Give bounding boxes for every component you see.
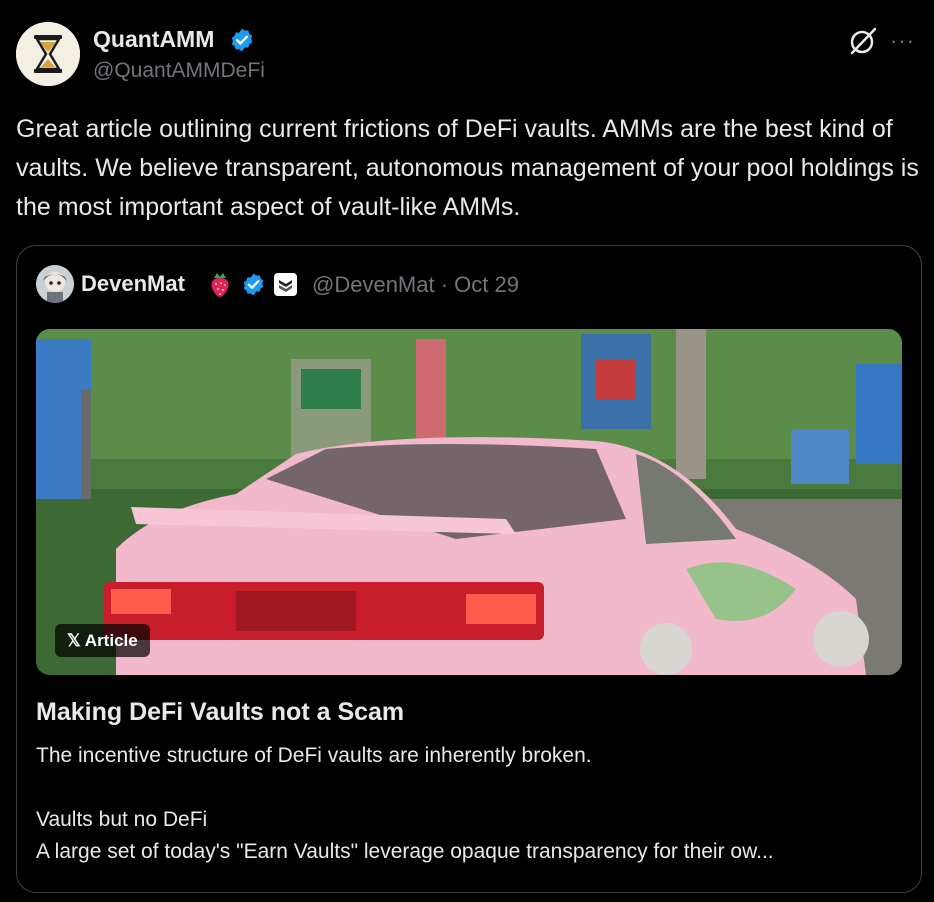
affiliate-badge-icon bbox=[274, 273, 297, 296]
author-handle[interactable]: @QuantAMMDeFi bbox=[93, 59, 265, 83]
more-options-button[interactable]: ··· bbox=[890, 28, 915, 54]
article-title[interactable]: Making DeFi Vaults not a Scam bbox=[36, 698, 404, 727]
quoted-tweet-card[interactable]: DevenMat @DevenMat · Oct 29 𝕏 Article Ma… bbox=[16, 245, 922, 893]
hourglass-logo-icon bbox=[16, 22, 80, 86]
verified-badge-icon bbox=[243, 273, 264, 296]
article-desc-line: A large set of today's "Earn Vaults" lev… bbox=[36, 840, 774, 863]
author-name[interactable]: QuantAMM bbox=[93, 26, 214, 53]
article-desc-line: Vaults but no DeFi bbox=[36, 808, 208, 831]
tweet-text: Great article outlining current friction… bbox=[16, 115, 919, 221]
quoted-author-name[interactable]: DevenMat bbox=[81, 271, 185, 297]
article-description: The incentive structure of DeFi vaults a… bbox=[36, 740, 902, 868]
quoted-avatar[interactable] bbox=[36, 265, 74, 303]
article-image[interactable] bbox=[36, 329, 902, 675]
grok-icon[interactable] bbox=[848, 26, 878, 56]
article-photo bbox=[36, 329, 902, 675]
article-badge: 𝕏 Article bbox=[55, 624, 150, 657]
quoted-handle-time[interactable]: @DevenMat · Oct 29 bbox=[312, 272, 519, 298]
author-avatar[interactable] bbox=[16, 22, 80, 86]
article-desc-line: The incentive structure of DeFi vaults a… bbox=[36, 744, 592, 767]
verified-badge-icon bbox=[231, 28, 253, 52]
strawberry-icon bbox=[211, 273, 229, 297]
